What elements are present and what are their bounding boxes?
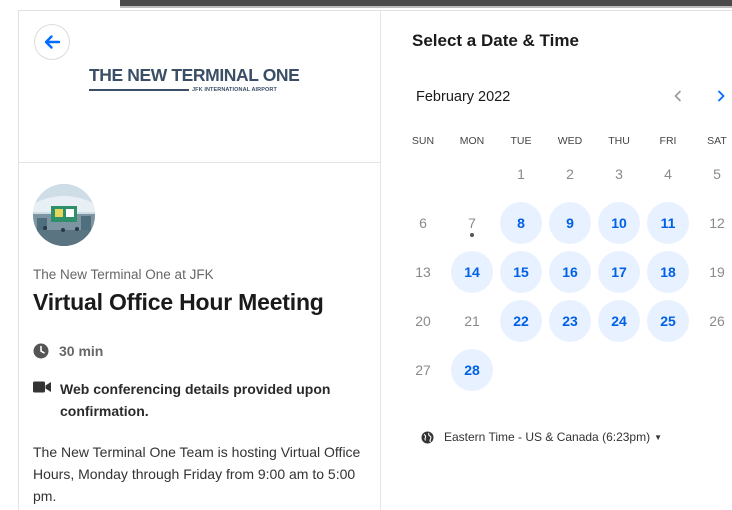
calendar-day-available[interactable]: 15 [500, 251, 542, 293]
weekday-label: SUN [411, 135, 435, 147]
prev-month-button[interactable] [666, 84, 690, 108]
window-frame-line [120, 6, 732, 8]
organizer-name: The New Terminal One at JFK [33, 267, 214, 282]
calendar-day: 2 [566, 166, 574, 182]
globe-icon [421, 431, 434, 443]
chevron-left-icon [674, 90, 681, 102]
calendar-day: 5 [713, 166, 721, 182]
scheduling-card: THE NEW TERMINAL ONE JFK INTERNATIONAL A… [18, 10, 732, 510]
calendar-day: 27 [415, 362, 431, 378]
calendar-day: 6 [419, 215, 427, 231]
month-label: February 2022 [416, 89, 511, 105]
event-details-panel: THE NEW TERMINAL ONE JFK INTERNATIONAL A… [19, 11, 381, 510]
event-duration: 30 min [33, 343, 103, 359]
video-camera-icon [33, 381, 51, 393]
calendar-day: 20 [415, 313, 431, 329]
logo-underline [89, 89, 189, 91]
timezone-label: Eastern Time - US & Canada (6:23pm) [444, 430, 651, 444]
calendar-day: 21 [464, 313, 480, 329]
caret-down-icon: ▼ [654, 432, 663, 442]
duration-text: 30 min [59, 343, 104, 359]
weekday-label: SAT [707, 135, 727, 147]
calendar-day-available[interactable]: 16 [549, 251, 591, 293]
calendar-day-available[interactable]: 22 [500, 300, 542, 342]
calendar-day: 19 [709, 264, 725, 280]
calendar-day-available[interactable]: 25 [647, 300, 689, 342]
calendar-day-available[interactable]: 17 [598, 251, 640, 293]
event-description: The New Terminal One Team is hosting Vir… [33, 444, 361, 504]
back-button[interactable] [34, 24, 70, 60]
logo-subtitle: JFK INTERNATIONAL AIRPORT [192, 87, 277, 93]
organizer-avatar [33, 184, 95, 246]
clock-icon [33, 343, 49, 359]
date-picker-panel: Select a Date & Time February 2022 SUN MO… [381, 11, 732, 510]
calendar-day-available[interactable]: 14 [451, 251, 493, 293]
calendar-day: 4 [664, 166, 672, 182]
timezone-selector[interactable]: Eastern Time - US & Canada (6:23pm) ▼ [421, 430, 662, 444]
calendar-day-available[interactable]: 28 [451, 349, 493, 391]
calendar-day-available[interactable]: 10 [598, 202, 640, 244]
calendar-day-available[interactable]: 24 [598, 300, 640, 342]
date-picker-heading: Select a Date & Time [412, 31, 579, 50]
next-month-button[interactable] [709, 84, 732, 108]
conferencing-info: Web conferencing details provided upon c… [33, 378, 363, 422]
calendar-day-available[interactable]: 9 [549, 202, 591, 244]
arrow-left-icon [44, 35, 61, 49]
calendar-day-available[interactable]: 18 [647, 251, 689, 293]
terminal-photo [33, 184, 95, 246]
weekday-label: WED [557, 135, 583, 147]
weekday-label: TUE [510, 135, 532, 147]
calendar-day: 3 [615, 166, 623, 182]
calendar-day: 7 [451, 202, 493, 244]
calendar-day-available[interactable]: 11 [647, 202, 689, 244]
calendar-day: 12 [709, 215, 725, 231]
chevron-right-icon [718, 90, 725, 102]
calendar-day-available[interactable]: 23 [549, 300, 591, 342]
calendar-day: 1 [517, 166, 525, 182]
event-title: Virtual Office Hour Meeting [33, 289, 324, 315]
header-divider [19, 162, 381, 163]
company-logo: THE NEW TERMINAL ONE JFK INTERNATIONAL A… [89, 65, 300, 93]
conferencing-text: Web conferencing details provided upon c… [60, 381, 331, 419]
calendar-day: 26 [709, 313, 725, 329]
weekday-label: THU [608, 135, 630, 147]
weekday-label: MON [459, 135, 485, 147]
logo-title: THE NEW TERMINAL ONE [89, 65, 300, 85]
calendar-day: 13 [415, 264, 431, 280]
calendar-day-available[interactable]: 8 [500, 202, 542, 244]
weekday-label: FRI [659, 135, 677, 147]
